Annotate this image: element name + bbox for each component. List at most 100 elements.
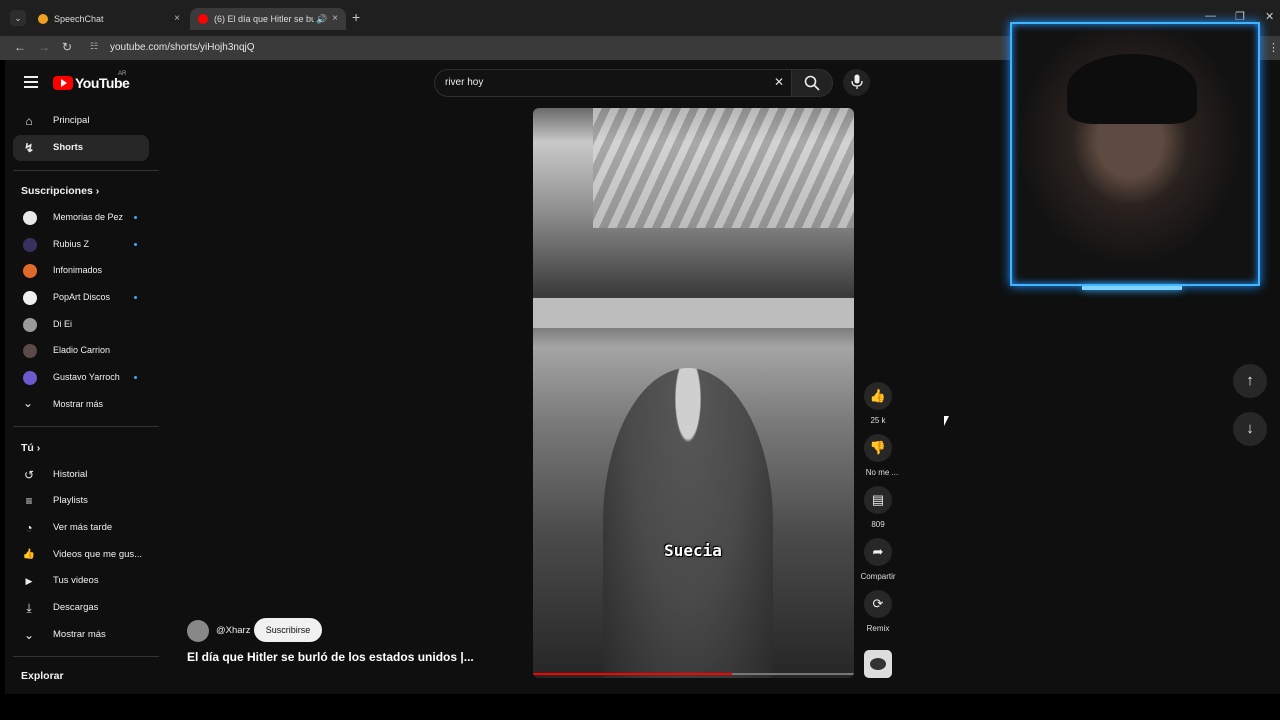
video-progress-fill — [533, 673, 733, 675]
sidebar-item-principal[interactable]: ⌂ Principal — [13, 108, 149, 134]
like-button[interactable]: 👍 — [864, 382, 892, 410]
subscription-channel[interactable]: Di Ei — [13, 313, 149, 337]
search-query: river hoy — [445, 77, 484, 88]
new-content-dot — [134, 243, 137, 246]
channel-avatar — [23, 238, 37, 252]
channel-avatar — [23, 318, 37, 332]
channel-handle[interactable]: @Xharz — [216, 625, 250, 636]
dislike-button[interactable]: 👎 — [864, 434, 892, 462]
thumbs-down-icon: 👎 — [869, 440, 887, 455]
reload-icon[interactable]: ↻ — [62, 40, 72, 54]
history-icon: ↺ — [23, 468, 35, 482]
video-progress-bar[interactable] — [533, 673, 854, 675]
sidebar-item-watch-later[interactable]: ◔ Ver más tarde — [13, 515, 149, 541]
sidebar-item-your-videos[interactable]: ▶ Tus videos — [13, 568, 149, 594]
subscription-channel[interactable]: Eladio Carrion — [13, 339, 149, 363]
clock-icon: ◔ — [25, 521, 33, 535]
site-info-icon[interactable]: ☷ — [90, 41, 98, 52]
short-title[interactable]: El día que Hitler se burló de los estado… — [187, 650, 474, 664]
tab-list-chevron-icon[interactable]: ⌄ — [10, 10, 26, 26]
comment-icon: ▤ — [871, 492, 885, 507]
chevron-down-icon: ⌄ — [23, 628, 35, 642]
tab-title: (6) El día que Hitler se burló — [214, 14, 314, 24]
channel-avatar — [23, 264, 37, 278]
remix-icon: ⟳ — [872, 596, 884, 611]
new-content-dot — [134, 376, 137, 379]
comment-count: 809 — [871, 520, 885, 529]
microphone-icon — [851, 74, 863, 89]
divider — [13, 656, 159, 657]
minimize-button[interactable]: — — [1205, 10, 1216, 22]
webcam-glow-bar — [1082, 286, 1182, 290]
youtube-play-icon — [53, 76, 73, 90]
sidebar-item-downloads[interactable]: ⤓ Descargas — [13, 595, 149, 621]
short-video-player[interactable] — [533, 108, 854, 678]
comments-button[interactable]: ▤ — [864, 486, 892, 514]
share-label: Compartir — [860, 572, 896, 581]
next-short-button[interactable]: ↓ — [1233, 412, 1267, 446]
new-tab-button[interactable]: + — [352, 9, 360, 25]
remix-button[interactable]: ⟳ — [864, 590, 892, 618]
forward-arrow-icon[interactable]: → — [38, 40, 50, 54]
share-icon: ➦ — [872, 544, 884, 559]
chevron-right-icon: › — [95, 185, 100, 197]
channel-avatar — [23, 291, 37, 305]
subscribe-button[interactable]: Suscribirse — [254, 618, 322, 642]
you-heading[interactable]: Tú › — [21, 442, 40, 454]
webcam-person — [1067, 54, 1197, 124]
subscription-channel[interactable]: Memorias de Pez — [13, 206, 149, 230]
subscriptions-heading[interactable]: Suscripciones › — [21, 185, 99, 197]
browser-menu-icon[interactable]: ⋮ — [1268, 41, 1279, 54]
explore-heading[interactable]: Explorar — [21, 670, 64, 682]
close-window-button[interactable]: ✕ — [1265, 10, 1274, 23]
search-button[interactable] — [791, 69, 833, 97]
video-frame-speaker — [603, 368, 773, 678]
sidebar-item-shorts[interactable]: ↯ Shorts — [13, 135, 149, 161]
previous-short-button[interactable]: ↑ — [1233, 364, 1267, 398]
thumbs-up-icon: 👍 — [869, 388, 887, 403]
channel-avatar — [23, 371, 37, 385]
url-field[interactable]: youtube.com/shorts/yiHojh3nqjQ — [110, 42, 255, 53]
speechchat-favicon-icon — [38, 14, 48, 24]
show-more-subscriptions[interactable]: ⌄ Mostrar más — [13, 393, 149, 417]
chevron-down-icon: ⌄ — [23, 396, 34, 410]
tab-close-icon[interactable]: × — [174, 8, 180, 30]
video-frame-background — [593, 108, 854, 228]
subscription-channel[interactable]: PopArt Discos — [13, 286, 149, 310]
playlist-icon: ≡ — [25, 494, 33, 508]
home-icon: ⌂ — [25, 114, 33, 128]
webcam-overlay — [1010, 22, 1260, 290]
hamburger-menu-icon[interactable] — [24, 76, 38, 88]
youtube-favicon-icon — [198, 14, 208, 24]
sound-thumbnail[interactable] — [864, 650, 892, 678]
subscription-channel[interactable]: Infonimados — [13, 259, 149, 283]
thumbs-up-icon: 👍 — [22, 549, 36, 560]
subscription-channel[interactable]: Gustavo Yarroch — [13, 366, 149, 390]
download-icon: ⤓ — [26, 601, 32, 615]
tab-speechchat[interactable]: SpeechChat × — [30, 8, 188, 30]
voice-search-button[interactable] — [843, 69, 870, 96]
show-more-you[interactable]: ⌄ Mostrar más — [13, 622, 149, 648]
share-button[interactable]: ➦ — [864, 538, 892, 566]
sidebar-item-liked-videos[interactable]: 👍 Videos que me gus... — [13, 542, 149, 568]
subscription-channel[interactable]: Rubius Z — [13, 233, 149, 257]
speaker-icon[interactable]: 🔊 — [316, 8, 327, 30]
dislike-label: No me ... — [865, 468, 899, 477]
bottom-letterbox — [0, 694, 1280, 720]
sidebar-item-historial[interactable]: ↺ Historial — [13, 462, 149, 488]
shorts-icon: ↯ — [23, 141, 35, 155]
channel-avatar — [23, 211, 37, 225]
divider — [13, 426, 159, 427]
clear-search-icon[interactable]: ✕ — [774, 75, 784, 89]
video-caption: Suecia — [664, 541, 722, 560]
tab-close-icon[interactable]: × — [332, 8, 338, 30]
channel-avatar[interactable] — [187, 620, 209, 642]
video-frame-tribune — [533, 298, 854, 328]
tab-youtube-short[interactable]: (6) El día que Hitler se burló 🔊 × — [190, 8, 346, 30]
back-arrow-icon[interactable]: ← — [14, 40, 26, 54]
arrow-up-icon: ↑ — [1246, 372, 1254, 389]
remix-label: Remix — [866, 624, 890, 633]
search-input[interactable]: river hoy ✕ — [434, 69, 792, 97]
tab-title: SpeechChat — [54, 14, 104, 24]
sidebar-item-playlists[interactable]: ≡ Playlists — [13, 488, 149, 514]
